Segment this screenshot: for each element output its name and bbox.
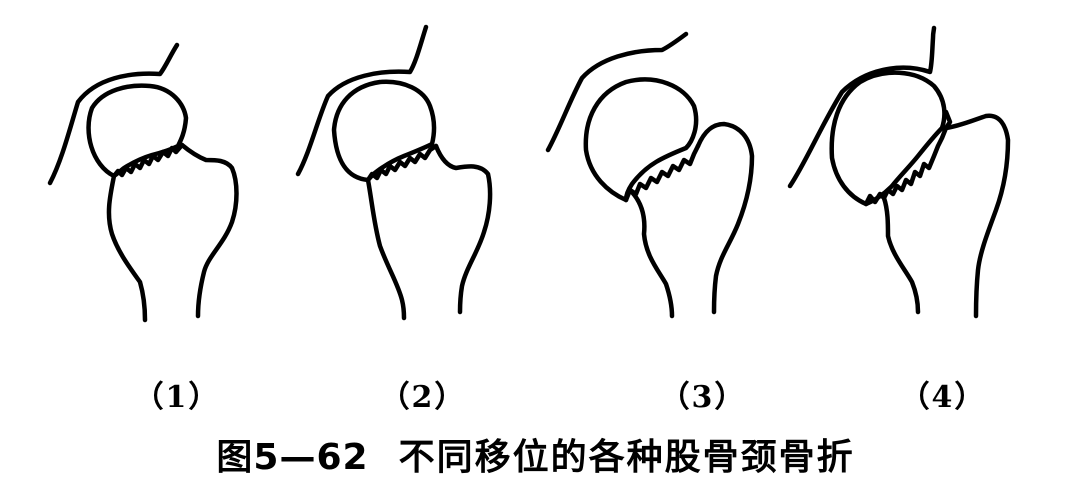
femoral-head-1 — [86, 83, 189, 179]
acetabulum-line-2 — [295, 24, 429, 177]
femoral-neck-right-3 — [695, 121, 755, 315]
femoral-head-3 — [583, 77, 699, 203]
panel-label-1: （1） — [133, 380, 221, 415]
femoral-neck-right-2 — [433, 143, 493, 315]
femoral-head-2 — [331, 79, 437, 183]
femoral-neck-left-1 — [106, 173, 148, 323]
femoral-neck-right-4 — [943, 113, 1011, 319]
fracture-diagram-2 — [295, 24, 493, 321]
acetabulum-line-3 — [545, 31, 689, 153]
fracture-diagrams — [0, 0, 1071, 340]
fracture-diagram-1 — [47, 42, 239, 323]
fracture-line-2 — [365, 143, 439, 183]
figure: （1） （2） （3） （4） 图5—62 不同移位的各种股骨颈骨折 — [0, 0, 1071, 489]
figure-caption: 图5—62 不同移位的各种股骨颈骨折 — [0, 428, 1071, 480]
fracture-diagram-4 — [787, 25, 1011, 319]
fracture-line-4 — [863, 109, 953, 207]
figure-title: 不同移位的各种股骨颈骨折 — [398, 437, 855, 478]
figure-number: 图5—62 — [216, 437, 369, 478]
fracture-line-1 — [111, 142, 185, 179]
femoral-head-4 — [829, 70, 947, 207]
fracture-line-3 — [623, 143, 701, 203]
fracture-diagram-3 — [545, 31, 755, 319]
femoral-neck-left-3 — [627, 187, 675, 319]
femoral-neck-left-4 — [881, 195, 921, 315]
acetabulum-line-1 — [47, 42, 180, 186]
panel-label-3: （3） — [659, 380, 747, 415]
femoral-neck-right-1 — [179, 142, 239, 319]
panel-label-4: （4） — [899, 380, 987, 415]
femoral-neck-left-2 — [365, 177, 407, 321]
panel-label-2: （2） — [379, 380, 467, 415]
